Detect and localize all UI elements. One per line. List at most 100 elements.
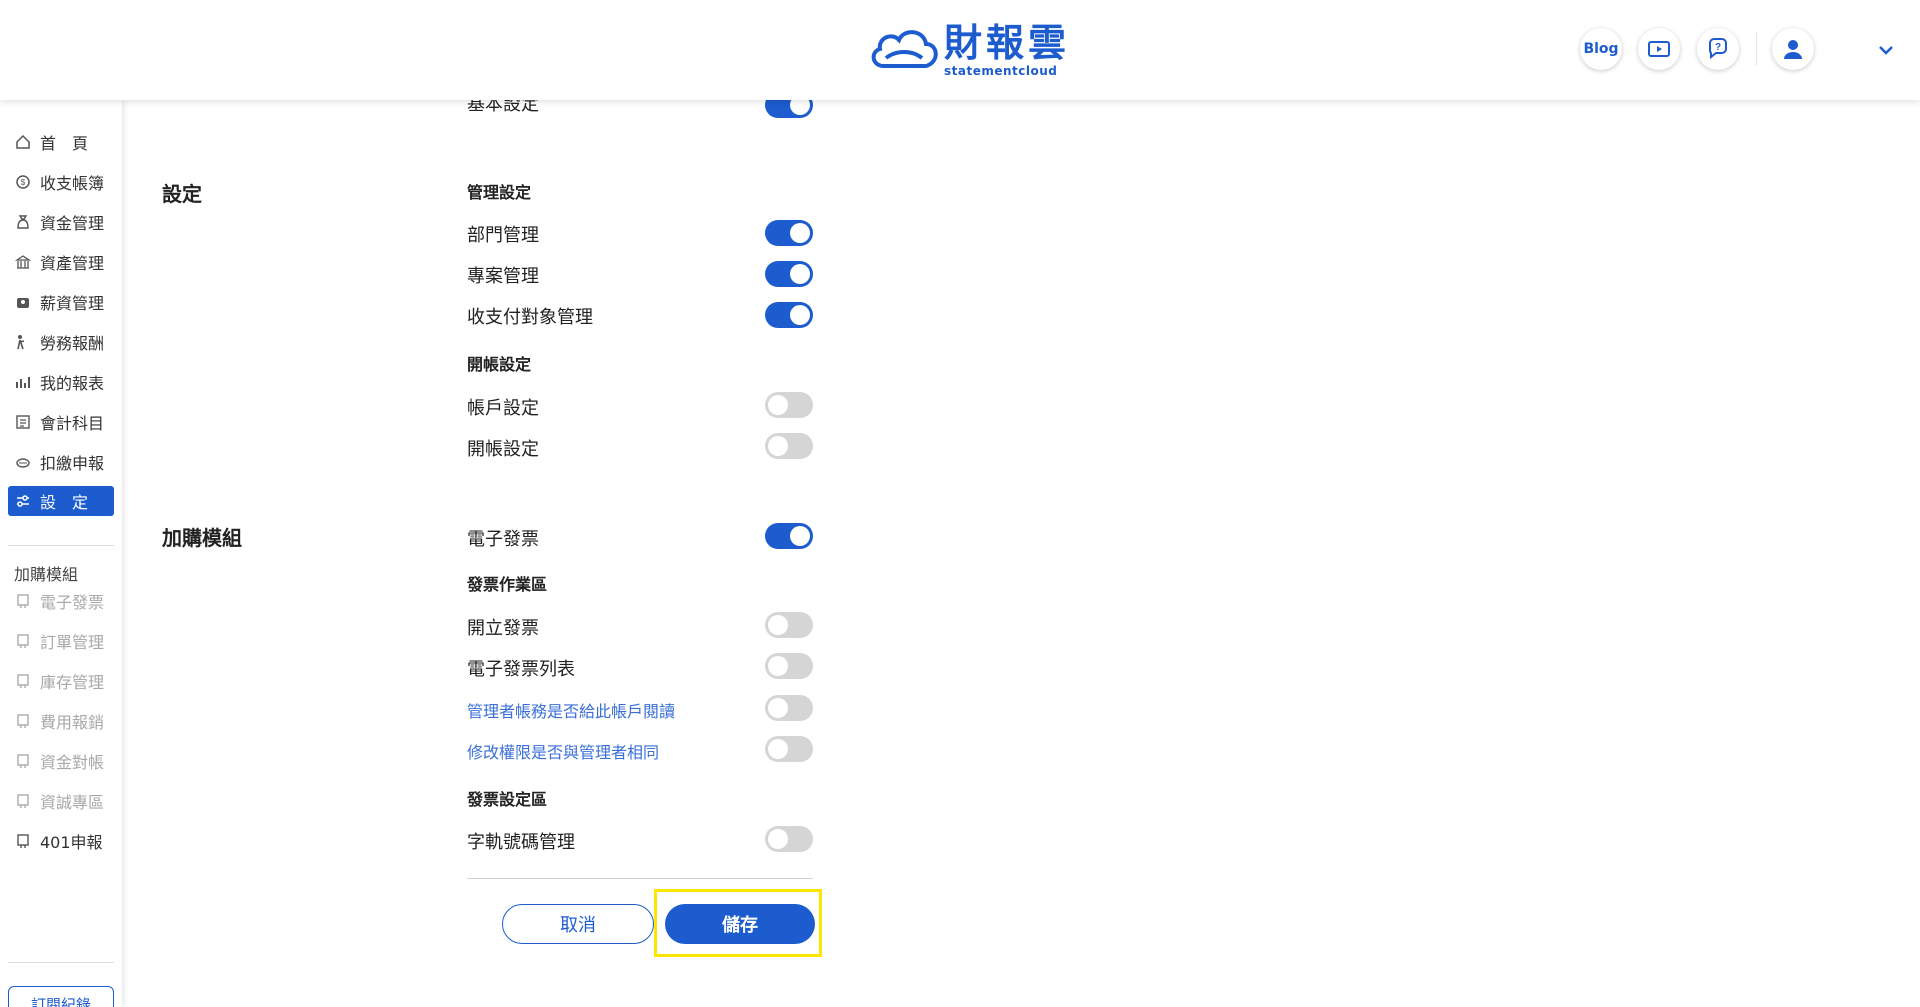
sidebar-item-label: 電子發票 [40, 593, 105, 612]
track-number-management-toggle[interactable] [765, 826, 813, 852]
lock-doc-icon [14, 752, 32, 770]
invoice-operations-heading: 發票作業區 [467, 575, 548, 594]
track-number-management-label: 字軌號碼管理 [467, 832, 575, 853]
sidebar-item-home[interactable]: 首 頁 [8, 127, 114, 157]
sidebar-divider [8, 962, 114, 963]
sidebar-item-labor[interactable]: 勞務報酬 [8, 327, 114, 357]
sidebar-item-label: 設 定 [40, 493, 89, 512]
sidebar-item-pwc-zone[interactable]: 資誠專區 [8, 786, 114, 816]
einvoice-label: 電子發票 [467, 529, 539, 550]
cancel-button[interactable]: 取消 [502, 904, 654, 944]
sidebar-item-assets[interactable]: 資產管理 [8, 247, 114, 277]
home-icon [14, 133, 32, 151]
sidebar-item-label: 扣繳申報 [40, 454, 105, 473]
sidebar-item-withholding[interactable]: 扣繳申報 [8, 447, 114, 477]
form-divider [467, 878, 813, 879]
wallet-icon [14, 293, 32, 311]
sidebar-item-label: 資金管理 [40, 214, 105, 233]
department-management-label: 部門管理 [467, 225, 539, 246]
sidebar-divider [8, 545, 114, 546]
lock-doc-icon [14, 592, 32, 610]
einvoice-list-toggle[interactable] [765, 653, 813, 679]
sidebar-item-reports[interactable]: 我的報表 [8, 367, 114, 397]
logo-english-name: statementcloud [944, 64, 1058, 78]
subscription-record-button[interactable]: 訂閱紀錄 [8, 986, 114, 1007]
settings-section-title: 設定 [162, 182, 202, 206]
opening-settings-toggle[interactable] [765, 433, 813, 459]
logo-chinese-name: 財報雲 [944, 21, 1071, 65]
sidebar-item-funds[interactable]: 資金管理 [8, 207, 114, 237]
sidebar-item-inventory[interactable]: 庫存管理 [8, 666, 114, 696]
counterparty-management-toggle[interactable] [765, 302, 813, 328]
sidebar-item-label: 我的報表 [40, 374, 105, 393]
sidebar-item-401-filing[interactable]: 401申報 [8, 826, 114, 856]
save-label: 儲存 [722, 915, 758, 936]
header-divider [1756, 32, 1757, 66]
sidebar-item-label: 收支帳簿 [40, 174, 105, 193]
einvoice-toggle[interactable] [765, 523, 813, 549]
lock-doc-icon [14, 712, 32, 730]
basic-settings-toggle[interactable] [765, 100, 813, 118]
sidebar-item-label: 訂單管理 [40, 633, 105, 652]
chart-icon [14, 373, 32, 391]
doc-icon [14, 832, 32, 850]
manager-read-access-link[interactable]: 管理者帳務是否給此帳戶閱讀 [467, 698, 675, 722]
sidebar-item-label: 資金對帳 [40, 753, 105, 772]
management-settings-heading: 管理設定 [467, 183, 532, 202]
help-chat-button[interactable]: ? [1697, 28, 1739, 70]
sidebar-item-settings[interactable]: 設 定 [8, 486, 114, 516]
account-settings-toggle[interactable] [765, 392, 813, 418]
stamp-icon [14, 453, 32, 471]
video-book-icon [1648, 41, 1670, 57]
cancel-label: 取消 [560, 915, 596, 936]
save-button-highlight: 儲存 [654, 889, 822, 957]
building-icon [14, 253, 32, 271]
project-management-toggle[interactable] [765, 261, 813, 287]
sidebar-item-reconciliation[interactable]: 資金對帳 [8, 746, 114, 776]
chat-question-icon: ? [1709, 38, 1727, 60]
opening-settings-label: 開帳設定 [467, 439, 539, 460]
user-avatar-button[interactable] [1772, 28, 1814, 70]
sidebar-item-accounts[interactable]: 會計科目 [8, 407, 114, 437]
einvoice-list-label: 電子發票列表 [467, 659, 575, 680]
addon-heading: 加購模組 [14, 565, 79, 584]
save-button[interactable]: 儲存 [665, 904, 815, 944]
counterparty-management-label: 收支付對象管理 [467, 307, 593, 328]
sliders-icon [14, 492, 32, 510]
cloud-logo-icon [871, 30, 938, 68]
lock-doc-icon [14, 792, 32, 810]
subscription-label: 訂閱紀錄 [30, 995, 91, 1007]
sidebar-item-label: 薪資管理 [40, 294, 105, 313]
chevron-down-icon[interactable] [1876, 40, 1896, 60]
invoice-settings-heading: 發票設定區 [467, 790, 548, 809]
account-settings-label: 帳戶設定 [467, 398, 539, 419]
svg-text:$: $ [21, 178, 26, 187]
sidebar-item-label: 資產管理 [40, 254, 105, 273]
brand-logo[interactable]: 財報雲 statementcloud [866, 22, 1070, 78]
sidebar-item-payroll[interactable]: 薪資管理 [8, 287, 114, 317]
blog-label: Blog [1583, 41, 1619, 57]
project-management-label: 專案管理 [467, 266, 539, 287]
manager-read-access-toggle[interactable] [765, 695, 813, 721]
issue-invoice-toggle[interactable] [765, 612, 813, 638]
sidebar-item-expenses[interactable]: 費用報銷 [8, 706, 114, 736]
sidebar-item-label: 勞務報酬 [40, 334, 105, 353]
worker-icon [14, 333, 32, 351]
video-tutorial-button[interactable] [1638, 28, 1680, 70]
addon-section-title: 加購模組 [162, 526, 242, 550]
sidebar-item-label: 庫存管理 [40, 673, 105, 692]
money-bag-icon [14, 213, 32, 231]
sidebar-item-orders[interactable]: 訂單管理 [8, 626, 114, 656]
same-permission-toggle[interactable] [765, 736, 813, 762]
svg-text:?: ? [1715, 42, 1721, 53]
department-management-toggle[interactable] [765, 220, 813, 246]
opening-settings-heading: 開帳設定 [467, 355, 532, 374]
lock-doc-icon [14, 632, 32, 650]
ledger-icon [14, 413, 32, 431]
sidebar-item-ledger[interactable]: $ 收支帳簿 [8, 167, 114, 197]
same-permission-link[interactable]: 修改權限是否與管理者相同 [467, 739, 659, 763]
sidebar-item-einvoice[interactable]: 電子發票 [8, 586, 114, 616]
blog-button[interactable]: Blog [1580, 28, 1622, 70]
sidebar-item-label: 會計科目 [40, 414, 105, 433]
basic-settings-label: 基本設定 [467, 100, 539, 115]
